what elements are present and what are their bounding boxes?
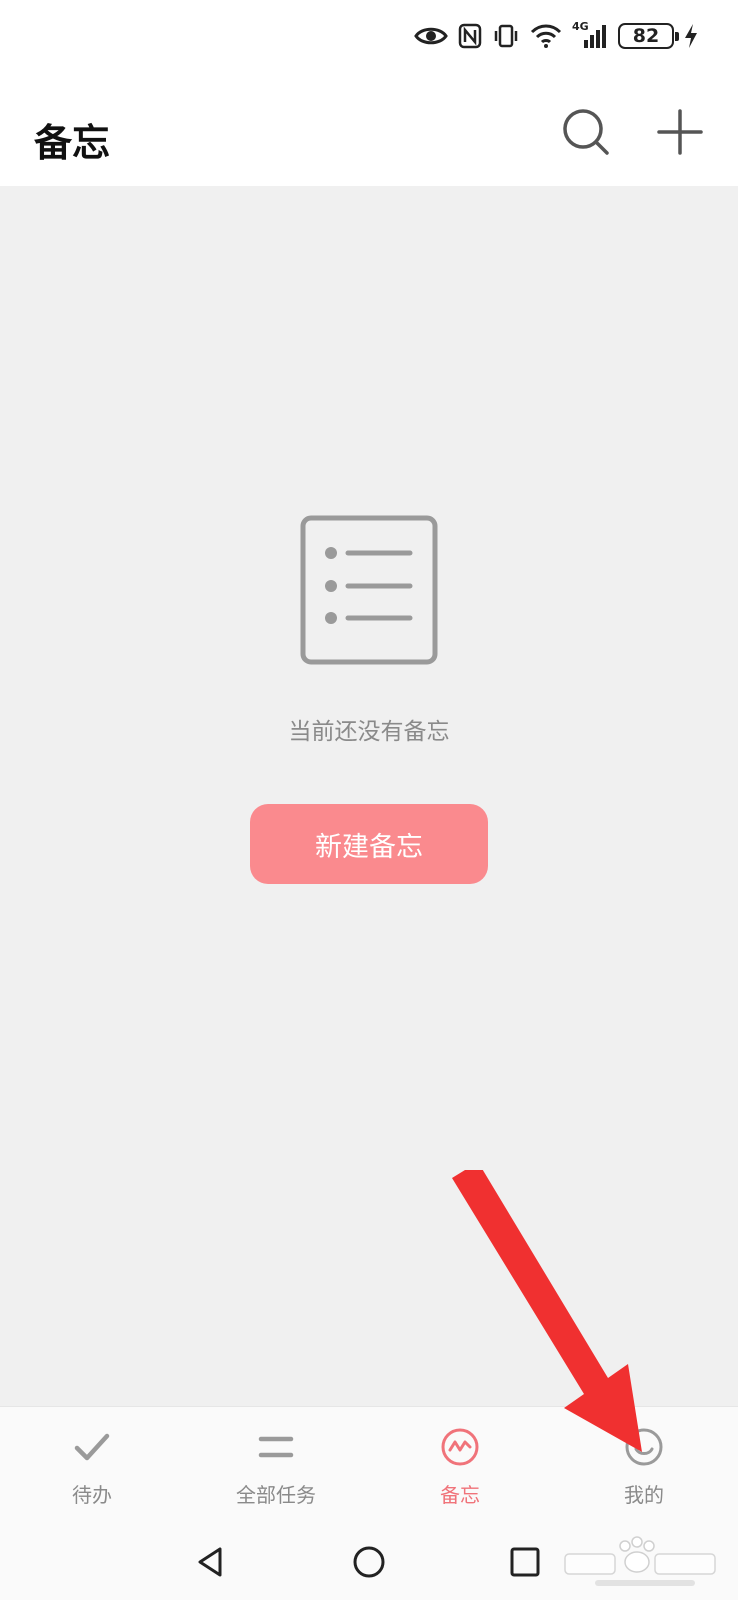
system-nav-bar [0,1524,738,1600]
tab-todo[interactable]: 待办 [0,1407,184,1525]
search-button[interactable] [556,102,616,162]
battery-indicator: 82 [618,23,679,49]
check-icon [72,1427,112,1467]
tab-todo-label: 待办 [72,1483,112,1507]
add-memo-button[interactable] [650,102,710,162]
equals-icon [256,1427,296,1467]
bottom-tab-bar: 待办 全部任务 备忘 我的 [0,1406,738,1524]
status-bar: 4G 82 [0,0,738,72]
home-circle-icon [353,1546,385,1578]
page-title: 备忘 [34,121,111,165]
tab-memo-label: 备忘 [440,1483,480,1507]
nav-home-button[interactable] [345,1538,393,1586]
wifi-icon [530,24,562,48]
nfc-icon [458,23,482,49]
recents-square-icon [510,1547,540,1577]
empty-state-message: 当前还没有备忘 [288,719,450,745]
charging-bolt-icon [685,24,697,48]
status-icons: 4G 82 [414,18,698,54]
empty-list-icon [300,515,438,665]
battery-level: 82 [632,25,660,47]
eye-icon [414,27,448,45]
memo-wave-icon [440,1427,480,1467]
plus-icon [657,109,703,155]
nav-back-button[interactable] [188,1538,236,1586]
tab-all-tasks[interactable]: 全部任务 [184,1407,368,1525]
nav-recents-button[interactable] [501,1538,549,1586]
tab-mine[interactable]: 我的 [552,1407,736,1525]
search-icon [563,109,609,155]
signal-bars-icon [584,25,606,48]
tab-mine-label: 我的 [624,1483,664,1507]
cellular-signal: 4G [572,20,608,50]
smiley-icon [624,1427,664,1467]
tab-memo[interactable]: 备忘 [368,1407,552,1525]
new-memo-button[interactable]: 新建备忘 [250,804,488,884]
back-triangle-icon [198,1547,222,1577]
app-header: 备忘 [0,72,738,186]
tab-all-tasks-label: 全部任务 [236,1483,316,1507]
vibrate-icon [494,24,518,48]
